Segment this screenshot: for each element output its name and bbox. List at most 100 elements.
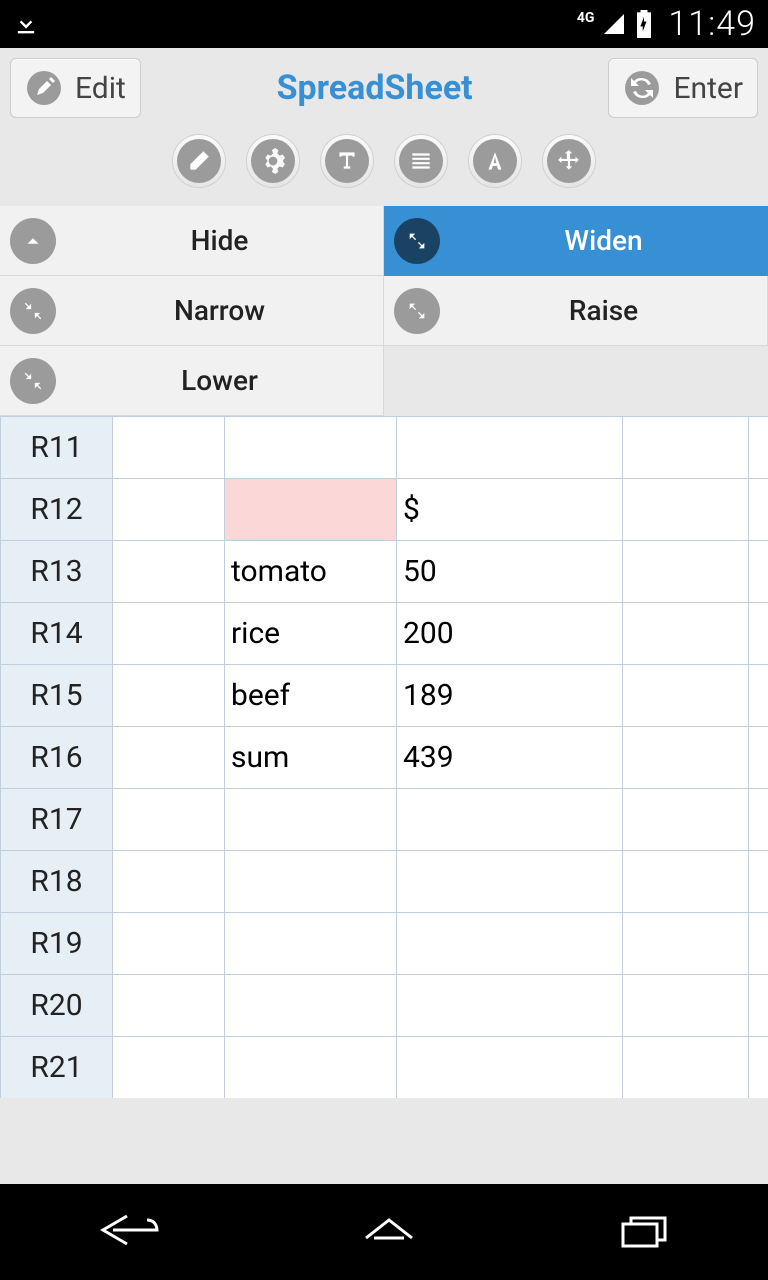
row-header[interactable]: R21 xyxy=(1,1037,113,1099)
cell[interactable] xyxy=(623,1037,749,1099)
cell[interactable] xyxy=(749,417,768,479)
cell[interactable] xyxy=(749,975,768,1037)
eraser-button[interactable] xyxy=(172,134,226,188)
row-header[interactable]: R17 xyxy=(1,789,113,851)
cell[interactable]: $ xyxy=(397,479,623,541)
cell[interactable] xyxy=(113,975,225,1037)
cell[interactable] xyxy=(225,975,397,1037)
cell[interactable]: 439 xyxy=(397,727,623,789)
cell[interactable] xyxy=(397,789,623,851)
row-header[interactable]: R12 xyxy=(1,479,113,541)
cell[interactable] xyxy=(749,479,768,541)
cell[interactable] xyxy=(225,913,397,975)
cell[interactable] xyxy=(113,541,225,603)
cell[interactable] xyxy=(225,479,397,541)
empty-cell xyxy=(384,346,768,416)
cell[interactable]: 50 xyxy=(397,541,623,603)
table-row: R17 xyxy=(1,789,768,851)
table-row: R21 xyxy=(1,1037,768,1099)
row-header[interactable]: R15 xyxy=(1,665,113,727)
cell[interactable] xyxy=(397,417,623,479)
text-button[interactable] xyxy=(320,134,374,188)
row-header[interactable]: R13 xyxy=(1,541,113,603)
cell[interactable] xyxy=(113,913,225,975)
cell[interactable] xyxy=(623,541,749,603)
cell[interactable] xyxy=(623,417,749,479)
cell[interactable] xyxy=(749,851,768,913)
cell[interactable] xyxy=(225,789,397,851)
contract-icon xyxy=(10,358,56,404)
move-button[interactable] xyxy=(542,134,596,188)
cell[interactable] xyxy=(397,851,623,913)
cell[interactable] xyxy=(749,665,768,727)
cell[interactable] xyxy=(623,913,749,975)
font-button[interactable] xyxy=(468,134,522,188)
table-row: R12 $ xyxy=(1,479,768,541)
format-icon-row xyxy=(0,124,768,206)
align-button[interactable] xyxy=(394,134,448,188)
battery-icon xyxy=(634,10,654,38)
toolbar: Edit SpreadSheet Enter xyxy=(0,48,768,124)
cell[interactable] xyxy=(225,851,397,913)
enter-button[interactable]: Enter xyxy=(608,58,758,118)
cell[interactable] xyxy=(749,541,768,603)
row-header[interactable]: R18 xyxy=(1,851,113,913)
hide-button[interactable]: Hide xyxy=(0,206,384,276)
cell[interactable] xyxy=(225,417,397,479)
raise-button[interactable]: Raise xyxy=(384,276,768,346)
cell[interactable] xyxy=(113,665,225,727)
download-icon xyxy=(12,10,40,38)
cell[interactable] xyxy=(113,851,225,913)
edit-button[interactable]: Edit xyxy=(10,58,141,118)
row-header[interactable]: R19 xyxy=(1,913,113,975)
table-row: R16 sum439 xyxy=(1,727,768,789)
lower-button[interactable]: Lower xyxy=(0,346,384,416)
cell[interactable] xyxy=(623,851,749,913)
widen-button[interactable]: Widen xyxy=(384,206,768,276)
cell[interactable]: 189 xyxy=(397,665,623,727)
narrow-button[interactable]: Narrow xyxy=(0,276,384,346)
cell[interactable] xyxy=(623,727,749,789)
cell[interactable] xyxy=(749,913,768,975)
cell[interactable] xyxy=(397,975,623,1037)
resize-actions: Hide Widen Narrow Raise Lower xyxy=(0,206,768,416)
cell[interactable] xyxy=(749,1037,768,1099)
cell[interactable] xyxy=(113,479,225,541)
cell[interactable] xyxy=(623,975,749,1037)
cell[interactable] xyxy=(749,603,768,665)
cell[interactable] xyxy=(113,727,225,789)
cell[interactable]: sum xyxy=(225,727,397,789)
cell[interactable] xyxy=(623,603,749,665)
spreadsheet[interactable]: R11R12$R13tomato50R14rice200R15beef189R1… xyxy=(0,416,768,1098)
row-header[interactable]: R11 xyxy=(1,417,113,479)
cell[interactable] xyxy=(113,603,225,665)
row-header[interactable]: R14 xyxy=(1,603,113,665)
cell[interactable] xyxy=(623,479,749,541)
back-button[interactable] xyxy=(95,1210,165,1254)
gear-icon xyxy=(251,139,295,183)
cell[interactable]: rice xyxy=(225,603,397,665)
cell[interactable]: tomato xyxy=(225,541,397,603)
cell[interactable] xyxy=(113,417,225,479)
row-header[interactable]: R16 xyxy=(1,727,113,789)
hide-label: Hide xyxy=(56,224,383,257)
expand-icon xyxy=(394,288,440,334)
row-header[interactable]: R20 xyxy=(1,975,113,1037)
cell[interactable]: 200 xyxy=(397,603,623,665)
home-button[interactable] xyxy=(354,1210,424,1254)
cell[interactable] xyxy=(113,1037,225,1099)
raise-label: Raise xyxy=(440,294,767,327)
cell[interactable] xyxy=(623,665,749,727)
status-bar: 4G 11:49 xyxy=(0,0,768,48)
table-row: R20 xyxy=(1,975,768,1037)
cell[interactable] xyxy=(749,727,768,789)
cell[interactable] xyxy=(113,789,225,851)
cell[interactable] xyxy=(623,789,749,851)
recents-button[interactable] xyxy=(613,1210,673,1254)
cell[interactable]: beef xyxy=(225,665,397,727)
cell[interactable] xyxy=(397,1037,623,1099)
cell[interactable] xyxy=(749,789,768,851)
cell[interactable] xyxy=(397,913,623,975)
settings-button[interactable] xyxy=(246,134,300,188)
cell[interactable] xyxy=(225,1037,397,1099)
